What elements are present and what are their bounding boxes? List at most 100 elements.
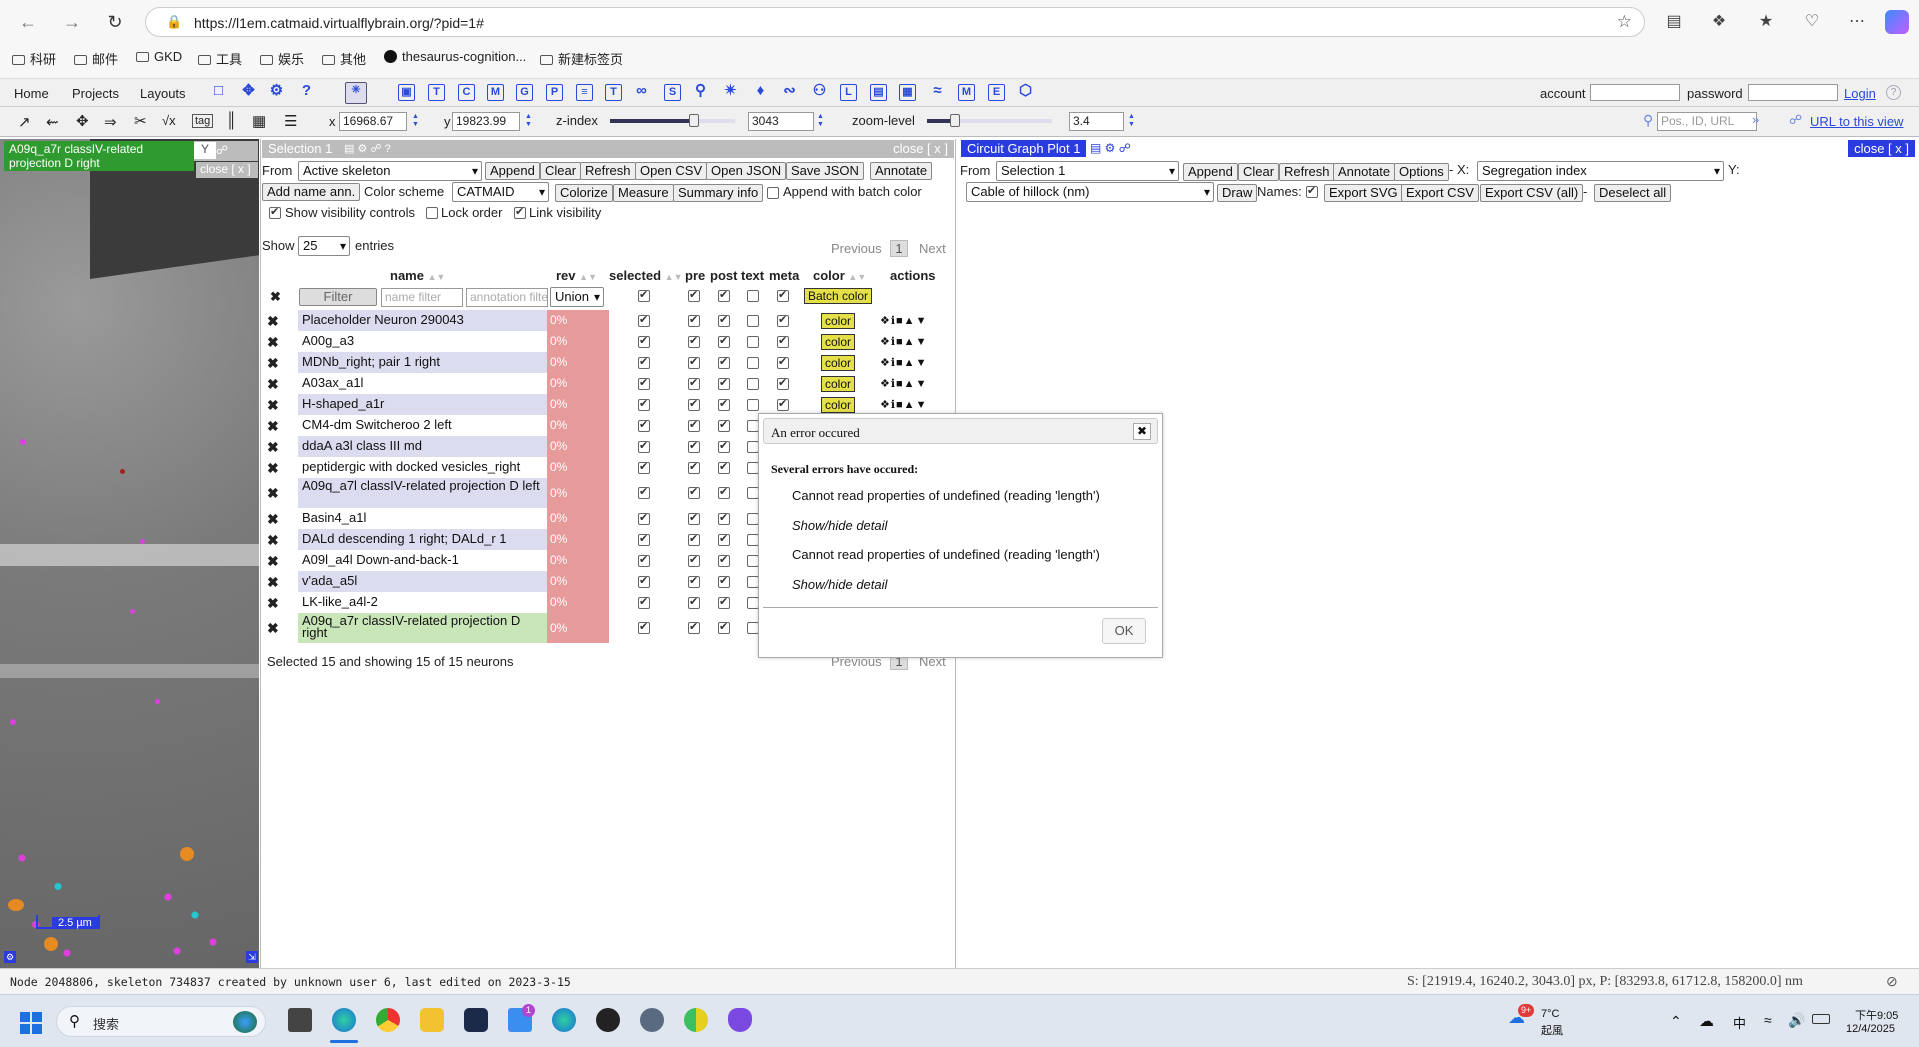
remove-row-icon[interactable]: ✖ <box>267 511 279 528</box>
post-checkbox[interactable] <box>718 418 730 432</box>
password-input[interactable] <box>1748 84 1838 101</box>
favorite-star-icon[interactable]: ☆ <box>1617 12 1632 32</box>
tool-icon-8[interactable]: T <box>605 84 622 101</box>
pre-checkbox[interactable] <box>688 334 700 348</box>
menu-projects[interactable]: Projects <box>72 86 119 101</box>
meta-all-checkbox[interactable] <box>777 288 789 302</box>
reload-icon[interactable]: ↻ <box>103 10 127 34</box>
selected-checkbox[interactable] <box>638 553 650 567</box>
task-view-icon[interactable] <box>288 1008 312 1032</box>
z-index-input[interactable]: 3043 <box>748 112 814 131</box>
text-checkbox[interactable] <box>747 398 759 411</box>
save-json-button[interactable]: Save JSON <box>786 162 864 180</box>
forward-icon[interactable]: → <box>60 10 84 34</box>
remove-row-icon[interactable]: ✖ <box>267 574 279 591</box>
selected-checkbox[interactable] <box>638 532 650 546</box>
browser-essentials-icon[interactable]: ♡ <box>1800 10 1824 34</box>
go-arrow-icon[interactable]: » <box>1752 112 1759 127</box>
remove-row-icon[interactable]: ✖ <box>267 418 279 435</box>
back-icon[interactable]: ← <box>16 10 40 34</box>
favorites-icon[interactable]: ★ <box>1754 10 1778 34</box>
neuron-name[interactable]: LK-like_a4l-2 <box>298 592 548 613</box>
open-csv-button[interactable]: Open CSV <box>635 162 708 180</box>
pre-checkbox[interactable] <box>688 355 700 369</box>
tool-icon-1[interactable]: ▣ <box>398 84 415 101</box>
pre-checkbox[interactable] <box>688 553 700 567</box>
neuron-name[interactable]: peptidergic with docked vesicles_right <box>298 457 548 478</box>
color-scheme-select[interactable]: CATMAID <box>452 182 549 202</box>
pre-checkbox[interactable] <box>688 460 700 474</box>
wave-icon[interactable]: ≈ <box>929 83 946 101</box>
selected-checkbox[interactable] <box>638 485 650 499</box>
neuron-name[interactable]: v'ada_a5l <box>298 571 548 592</box>
table-row[interactable]: ✖ H-shaped_a1r0% color ❖ℹ■▲▼ <box>262 394 952 415</box>
text-all-checkbox[interactable] <box>747 290 759 302</box>
tool-icon-10[interactable]: L <box>840 84 857 101</box>
cube-icon[interactable]: ⬡ <box>1017 83 1034 101</box>
show-hide-detail-1[interactable]: Show/hide detail <box>792 518 887 533</box>
more-menu-icon[interactable]: ⋯ <box>1845 10 1869 34</box>
neuron-name[interactable]: A09q_a7l classIV-related projection D le… <box>298 478 548 508</box>
remove-row-icon[interactable]: ✖ <box>267 532 279 549</box>
table-row[interactable]: ✖ Placeholder Neuron 2900430% color ❖ℹ■▲▼ <box>262 310 952 331</box>
lock-icon[interactable]: 🔒 <box>166 14 182 30</box>
chevron-up-icon[interactable]: ⌃ <box>1670 1013 1682 1030</box>
neuron-name[interactable]: H-shaped_a1r <box>298 394 548 415</box>
obsidian-icon[interactable] <box>728 1008 752 1032</box>
show-hide-detail-2[interactable]: Show/hide detail <box>792 577 887 592</box>
selected-checkbox[interactable] <box>638 511 650 525</box>
neuron-name[interactable]: DALd descending 1 right; DALd_r 1 <box>298 529 548 550</box>
post-checkbox[interactable] <box>718 313 730 327</box>
pre-checkbox[interactable] <box>688 376 700 390</box>
pre-checkbox[interactable] <box>688 439 700 453</box>
edge-browser-icon[interactable] <box>332 1008 356 1032</box>
z-slider-thumb[interactable] <box>688 114 699 127</box>
graph-options-button[interactable]: Options <box>1394 163 1449 181</box>
pre-checkbox[interactable] <box>688 397 700 411</box>
error-dialog-header[interactable]: An error occured ✖ <box>763 418 1158 444</box>
account-input[interactable] <box>1590 84 1680 101</box>
append-button[interactable]: Append <box>485 162 540 180</box>
zoom-level-input[interactable]: 3.4 <box>1069 112 1124 131</box>
post-checkbox[interactable] <box>718 574 730 588</box>
y-spinner[interactable]: ▲ ▼ <box>525 113 533 129</box>
selected-checkbox[interactable] <box>638 376 650 390</box>
remove-all-icon[interactable]: ✖ <box>270 289 281 305</box>
stack-link-icon[interactable]: ☍ <box>216 143 228 157</box>
selected-checkbox[interactable] <box>638 334 650 348</box>
active-node-marker[interactable] <box>180 847 194 861</box>
col-header-name[interactable]: name ▲▼ <box>390 268 445 283</box>
tracing-tool-icon[interactable]: ✳ <box>345 82 367 104</box>
row-actions-icons[interactable]: ❖ℹ■▲▼ <box>880 377 927 390</box>
measure-button[interactable]: Measure <box>613 184 674 202</box>
new-window-icon[interactable]: □ <box>210 83 227 101</box>
address-bar[interactable]: 🔒 https://l1em.catmaid.virtualflybrain.o… <box>145 7 1645 37</box>
eye-off-icon[interactable]: ⊘ <box>1886 973 1898 990</box>
post-checkbox[interactable] <box>718 397 730 411</box>
refresh-button[interactable]: Refresh <box>580 162 636 180</box>
selected-checkbox[interactable] <box>638 595 650 609</box>
bookmark-folder-5[interactable]: 其他 <box>322 49 366 68</box>
measure-tool-icon[interactable]: ║ <box>226 112 237 129</box>
help-question-icon[interactable]: ? <box>298 83 315 101</box>
remove-row-icon[interactable]: ✖ <box>267 620 279 637</box>
zoom-slider[interactable] <box>927 114 1052 127</box>
chrome-icon[interactable] <box>376 1008 400 1032</box>
menu-home[interactable]: Home <box>14 86 49 101</box>
selected-checkbox[interactable] <box>638 439 650 453</box>
clock-date[interactable]: 12/4/2025 <box>1846 1023 1895 1035</box>
add-name-ann-button[interactable]: Add name ann. <box>262 183 361 201</box>
bookmark-new-tab[interactable]: 新建标签页 <box>540 49 623 68</box>
ime-indicator[interactable]: 中 <box>1733 1013 1746 1032</box>
color-button[interactable]: color <box>821 333 856 350</box>
color-button[interactable]: color <box>821 375 856 392</box>
previous-page-button[interactable]: Previous <box>831 241 882 256</box>
bookmark-folder-2[interactable]: GKD <box>136 49 182 64</box>
tag-icon[interactable]: tag <box>192 114 214 128</box>
pre-checkbox[interactable] <box>688 574 700 588</box>
clock-time[interactable]: 下午9:05 <box>1855 1007 1898 1023</box>
bookmark-thesaurus[interactable]: thesaurus-cognition... <box>384 49 526 64</box>
color-button[interactable]: color <box>821 312 856 329</box>
post-checkbox[interactable] <box>718 334 730 348</box>
union-select[interactable]: Union <box>550 287 604 307</box>
